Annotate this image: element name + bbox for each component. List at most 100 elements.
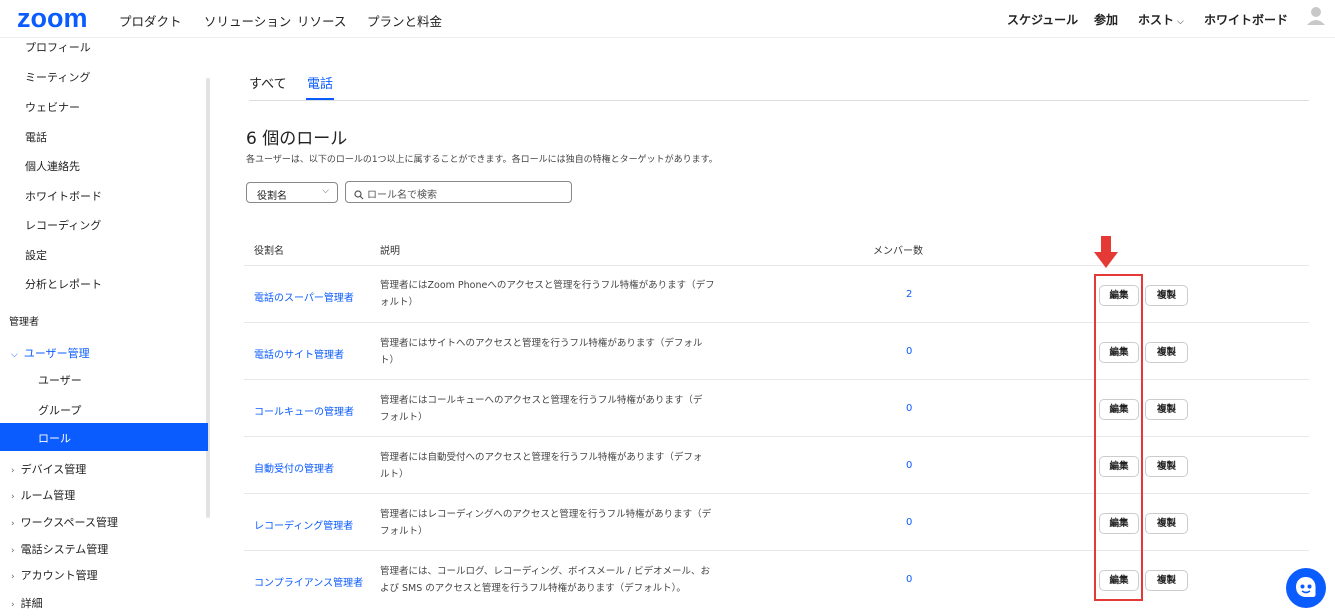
role-tabs: すべて 電話 [249,73,1309,101]
tab-all[interactable]: すべて [249,73,287,92]
role-member-count[interactable]: 0 [906,346,912,357]
chat-bot-icon [1296,577,1316,597]
sidebar-item-room-management[interactable]: › ルーム管理 [11,487,75,503]
sidebar-item-advanced[interactable]: › 詳細 [11,595,43,611]
role-description: 管理者にはサイトへのアクセスと管理を行うフル特権があります（デフォル ト） [380,335,730,369]
page-description: 各ユーザーは、以下のロールの1つ以上に属することができます。各ロールには独自の特… [246,155,718,165]
user-management-label: ユーザー管理 [23,347,90,360]
role-description-line: 管理者にはZoom Phoneへのアクセスと管理を行うフル特権があります（デフ [380,280,715,291]
sidebar-item-groups[interactable]: グループ [38,402,81,418]
chevron-right-icon: › [11,519,15,529]
role-name-link[interactable]: 電話のサイト管理者 [254,346,344,361]
role-description: 管理者にはコールキューへのアクセスと管理を行うフル特権があります（デ フォルト） [380,392,730,426]
copy-button[interactable]: 複製 [1145,513,1188,534]
sidebar-item-users[interactable]: ユーザー [38,372,82,388]
role-filter-select[interactable]: 役割名 ⌵ [246,182,338,203]
sidebar-item-webinars[interactable]: ウェビナー [25,99,80,115]
role-description-line: ォルト） [380,297,419,308]
role-description-line: フォルト） [380,412,428,423]
sidebar-item-meetings[interactable]: ミーティング [25,69,90,85]
device-management-label: デバイス管理 [20,463,87,476]
sidebar-item-account-management[interactable]: › アカウント管理 [11,567,98,583]
nav-resources[interactable]: リソース [297,11,346,30]
role-name-link[interactable]: 自動受付の管理者 [254,460,334,475]
sidebar-item-settings[interactable]: 設定 [25,247,47,263]
sidebar-item-phone-system-management[interactable]: › 電話システム管理 [11,541,108,557]
copy-button[interactable]: 複製 [1145,456,1188,477]
row-divider [244,379,1309,380]
role-member-count[interactable]: 0 [906,460,912,471]
workspace-management-label: ワークスペース管理 [20,516,118,529]
copy-button[interactable]: 複製 [1145,342,1188,363]
search-placeholder: ロール名で検索 [367,190,437,201]
role-description-line: ルト） [380,469,409,480]
header-divider [244,265,1309,266]
zoom-logo[interactable]: zoom [17,3,88,34]
role-name-link[interactable]: 電話のスーパー管理者 [254,289,354,304]
role-description-line: 管理者には自動受付へのアクセスと管理を行うフル特権があります（デフォ [380,452,703,463]
chevron-right-icon: › [11,546,15,556]
chat-bot-button[interactable] [1286,568,1326,608]
sidebar-item-phone[interactable]: 電話 [25,129,47,145]
arrow-down-icon [1094,236,1118,268]
schedule-link[interactable]: スケジュール [1007,11,1078,28]
column-header-name: 役割名 [254,246,284,257]
role-filter-value: 役割名 [257,191,287,202]
copy-button[interactable]: 複製 [1145,570,1188,591]
row-divider [244,322,1309,323]
tab-phone[interactable]: 電話 [307,73,333,92]
role-member-count[interactable]: 0 [906,517,912,528]
nav-solutions[interactable]: ソリューション [204,11,291,30]
role-member-count[interactable]: 2 [906,289,912,300]
advanced-label: 詳細 [20,597,43,610]
avatar-icon[interactable] [1305,4,1327,26]
nav-pricing[interactable]: プランと料金 [367,11,442,30]
role-description-line: 管理者にはサイトへのアクセスと管理を行うフル特権があります（デフォル [380,338,703,349]
join-link[interactable]: 参加 [1094,11,1118,28]
nav-products[interactable]: プロダクト [119,11,182,30]
role-description-line: 管理者には、コールログ、レコーディング、ボイスメール / ビデオメール、お [380,566,710,577]
sidebar-item-recordings[interactable]: レコーディング [25,217,101,233]
chevron-down-icon: ⌵ [11,350,18,360]
role-name-link[interactable]: コンプライアンス管理者 [254,574,363,589]
sidebar-scrollbar[interactable] [206,78,210,518]
page-title: 6 個のロール [246,129,348,149]
role-search-input[interactable]: ロール名で検索 [345,181,572,203]
row-divider [244,550,1309,551]
role-description: 管理者には、コールログ、レコーディング、ボイスメール / ビデオメール、お よび … [380,563,730,597]
active-tab-indicator [306,98,334,100]
role-member-count[interactable]: 0 [906,574,912,585]
host-menu[interactable]: ホスト ⌵ [1138,11,1184,28]
host-label: ホスト [1138,13,1175,27]
copy-button[interactable]: 複製 [1145,285,1188,306]
role-description: 管理者にはZoom Phoneへのアクセスと管理を行うフル特権があります（デフォ… [380,277,730,311]
chevron-down-icon: ⌵ [1177,17,1184,27]
sidebar-item-roles[interactable]: ロール [0,423,208,451]
sidebar-item-device-management[interactable]: › デバイス管理 [11,461,86,477]
column-header-members: メンバー数 [873,246,923,257]
chevron-right-icon: › [11,572,15,582]
column-header-description: 説明 [380,246,400,257]
top-bar: zoom プロダクト ソリューション リソース プランと料金 スケジュール 参加… [0,0,1335,38]
role-name-link[interactable]: レコーディング管理者 [254,517,353,532]
sidebar-item-reports[interactable]: 分析とレポート [25,276,102,292]
sidebar-section-admin: 管理者 [9,317,39,328]
role-member-count[interactable]: 0 [906,403,912,414]
sidebar-item-whiteboards[interactable]: ホワイトボード [25,188,102,204]
role-description: 管理者には自動受付へのアクセスと管理を行うフル特権があります（デフォ ルト） [380,449,730,483]
search-icon [354,190,364,200]
copy-button[interactable]: 複製 [1145,399,1188,420]
role-description-line: ト） [380,355,400,366]
whiteboard-link[interactable]: ホワイトボード [1204,11,1288,28]
sidebar-item-profile[interactable]: プロフィール [25,39,91,55]
sidebar-item-user-management[interactable]: ⌵ ユーザー管理 [11,345,90,361]
sidebar-item-contacts[interactable]: 個人連絡先 [25,158,80,174]
role-description-line: 管理者にはコールキューへのアクセスと管理を行うフル特権があります（デ [380,395,703,406]
chevron-right-icon: › [11,600,15,610]
roles-label: ロール [38,432,71,445]
row-divider [244,493,1309,494]
sidebar-item-workspace-management[interactable]: › ワークスペース管理 [11,514,118,530]
chevron-down-icon: ⌵ [322,186,329,196]
role-name-link[interactable]: コールキューの管理者 [254,403,354,418]
role-description-line: 管理者にはレコーディングへのアクセスと管理を行うフル特権があります（デ [380,509,712,520]
